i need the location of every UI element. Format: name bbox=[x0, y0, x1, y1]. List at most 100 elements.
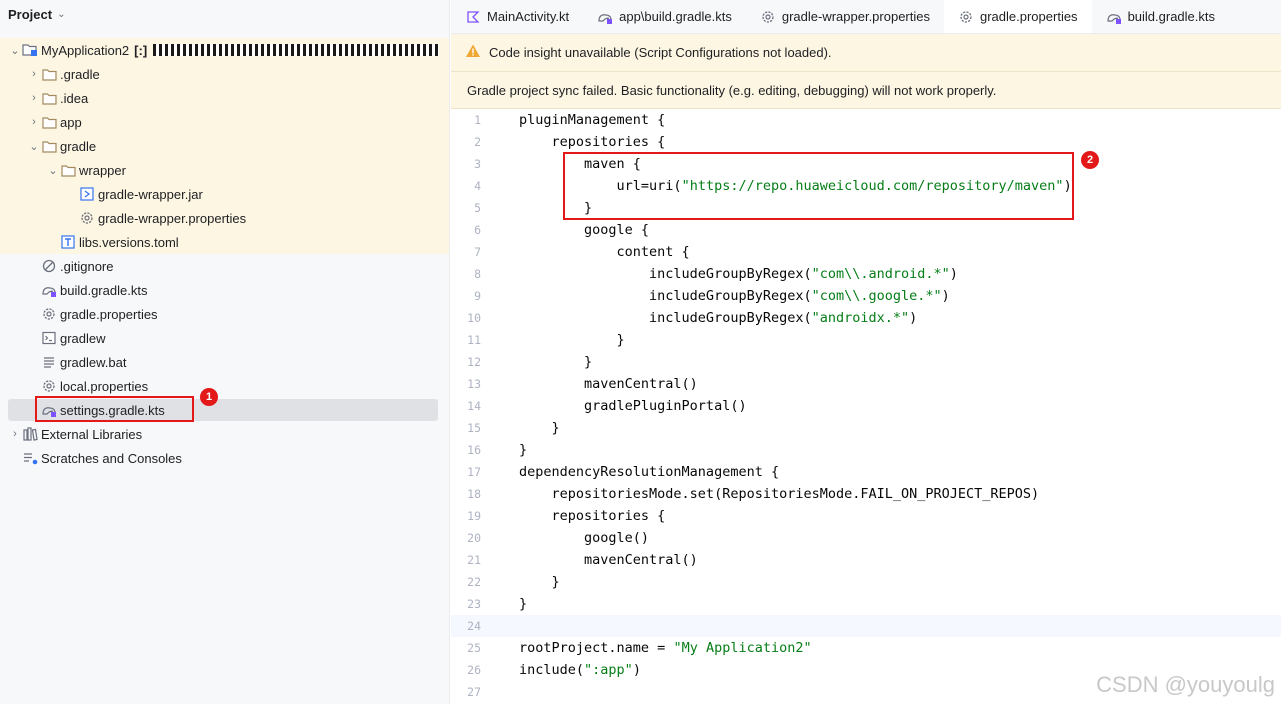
code-text: } bbox=[519, 332, 625, 348]
code-token: includeGroupByRegex( bbox=[519, 310, 812, 326]
tree-item-gradlew-bat[interactable]: gradlew.bat bbox=[0, 350, 449, 374]
toml-icon bbox=[60, 234, 76, 250]
tree-item-gradle-wrapper-jar[interactable]: gradle-wrapper.jar bbox=[0, 182, 449, 206]
tree-item-myapplication2[interactable]: ⌄ MyApplication2 [:] bbox=[0, 38, 449, 62]
string-literal: ":app" bbox=[584, 662, 633, 678]
tree-item-label: gradle.properties bbox=[60, 306, 158, 322]
code-text: mavenCentral() bbox=[519, 552, 698, 568]
tree-item-build-gradle-kts[interactable]: build.gradle.kts bbox=[0, 278, 449, 302]
code-line[interactable]: 19 repositories { bbox=[451, 505, 1281, 527]
chevron-down-icon[interactable]: ⌄ bbox=[57, 9, 65, 20]
tree-item-scratches-and-consoles[interactable]: Scratches and Consoles bbox=[0, 446, 449, 470]
editor-tab[interactable]: gradle.properties bbox=[944, 0, 1092, 33]
code-line[interactable]: 18 repositoriesMode.set(RepositoriesMode… bbox=[451, 483, 1281, 505]
warning-icon bbox=[465, 43, 481, 62]
tab-label: gradle-wrapper.properties bbox=[781, 9, 930, 24]
tab-label: build.gradle.kts bbox=[1127, 9, 1216, 24]
folder-icon bbox=[41, 90, 57, 106]
code-line[interactable]: 21 mavenCentral() bbox=[451, 549, 1281, 571]
code-text: } bbox=[519, 596, 527, 612]
tree-item-gradle-wrapper-properties[interactable]: gradle-wrapper.properties bbox=[0, 206, 449, 230]
line-number: 18 bbox=[467, 487, 481, 501]
project-view-header[interactable]: Project ⌄ bbox=[0, 0, 449, 28]
library-icon bbox=[22, 426, 38, 442]
code-line[interactable]: 20 google() bbox=[451, 527, 1281, 549]
tab-label: gradle.properties bbox=[980, 9, 1078, 24]
tree-item-app[interactable]: › app bbox=[0, 110, 449, 134]
tree-item-wrapper[interactable]: ⌄ wrapper bbox=[0, 158, 449, 182]
expand-chevron-icon[interactable]: ⌄ bbox=[8, 44, 22, 57]
code-line[interactable]: 6 google { bbox=[451, 219, 1281, 241]
code-line[interactable]: 15 } bbox=[451, 417, 1281, 439]
code-line[interactable]: 11 } bbox=[451, 329, 1281, 351]
tree-item-label: local.properties bbox=[60, 378, 149, 394]
code-line[interactable]: 9 includeGroupByRegex("com\\.google.*") bbox=[451, 285, 1281, 307]
tree-item-label: MyApplication2 bbox=[41, 42, 130, 58]
line-number: 19 bbox=[467, 509, 481, 523]
code-token: } bbox=[519, 442, 528, 458]
code-line[interactable]: 23} bbox=[451, 593, 1281, 615]
code-line[interactable]: 14 gradlePluginPortal() bbox=[451, 395, 1281, 417]
code-text: includeGroupByRegex("com\\.android.*") bbox=[519, 266, 958, 282]
tree-item-label: wrapper bbox=[79, 162, 126, 178]
tree-item-libs-versions-toml[interactable]: libs.versions.toml bbox=[0, 230, 449, 254]
line-number: 12 bbox=[467, 355, 481, 369]
tree-item-gradlew[interactable]: gradlew bbox=[0, 326, 449, 350]
project-panel: Project ⌄ ⌄ MyApplication2 [:] › .gradle › .id… bbox=[0, 0, 450, 704]
gear-icon bbox=[79, 210, 95, 226]
gradle-icon bbox=[597, 9, 613, 25]
code-token: includeGroupByRegex( bbox=[519, 266, 812, 282]
tree-item-label: build.gradle.kts bbox=[60, 282, 148, 298]
code-insight-warning-text: Code insight unavailable (Script Configu… bbox=[489, 45, 832, 60]
tree-item-gitignore[interactable]: .gitignore bbox=[0, 254, 449, 278]
code-line[interactable]: 25 rootProject.name = "My Application2" bbox=[451, 637, 1281, 659]
collapse-chevron-icon[interactable]: › bbox=[27, 116, 41, 128]
gradle-icon bbox=[41, 282, 57, 298]
project-view-title: Project bbox=[8, 6, 53, 22]
line-number: 26 bbox=[467, 663, 481, 677]
code-line[interactable]: 13 mavenCentral() bbox=[451, 373, 1281, 395]
code-text: } bbox=[519, 574, 560, 590]
expand-chevron-icon[interactable]: ⌄ bbox=[27, 140, 41, 153]
code-line[interactable]: 1 pluginManagement { bbox=[451, 109, 1281, 131]
code-text: } bbox=[519, 354, 592, 370]
collapse-chevron-icon[interactable]: › bbox=[27, 92, 41, 104]
code-line[interactable]: 17 dependencyResolutionManagement { bbox=[451, 461, 1281, 483]
line-number: 3 bbox=[474, 157, 481, 171]
collapse-chevron-icon[interactable]: › bbox=[27, 68, 41, 80]
expand-chevron-icon[interactable]: ⌄ bbox=[46, 164, 60, 177]
code-line[interactable]: 24 bbox=[451, 615, 1281, 637]
tree-item-gradle-properties[interactable]: gradle.properties bbox=[0, 302, 449, 326]
editor-tab[interactable]: gradle-wrapper.properties bbox=[746, 0, 944, 33]
editor-tab[interactable]: build.gradle.kts bbox=[1092, 0, 1229, 33]
line-number: 6 bbox=[474, 223, 481, 237]
code-text: pluginManagement { bbox=[519, 112, 665, 128]
tree-item-idea[interactable]: › .idea bbox=[0, 86, 449, 110]
tree-item-label: External Libraries bbox=[41, 426, 143, 442]
code-line[interactable]: 2 repositories { bbox=[451, 131, 1281, 153]
tree-item-external-libraries[interactable]: › External Libraries bbox=[0, 422, 449, 446]
code-text: mavenCentral() bbox=[519, 376, 698, 392]
line-number: 22 bbox=[467, 575, 481, 589]
tree-item-local-properties[interactable]: local.properties bbox=[0, 374, 449, 398]
editor-tab[interactable]: MainActivity.kt bbox=[451, 0, 583, 33]
editor-tab[interactable]: app\build.gradle.kts bbox=[583, 0, 746, 33]
line-number: 23 bbox=[467, 597, 481, 611]
code-line[interactable]: 8 includeGroupByRegex("com\\.android.*") bbox=[451, 263, 1281, 285]
code-line[interactable]: 10 includeGroupByRegex("androidx.*") bbox=[451, 307, 1281, 329]
collapse-chevron-icon[interactable]: › bbox=[8, 428, 22, 440]
code-insight-warning-banner: Code insight unavailable (Script Configu… bbox=[451, 34, 1281, 72]
code-line[interactable]: 7 content { bbox=[451, 241, 1281, 263]
line-number: 1 bbox=[474, 113, 481, 127]
code-token: repositories { bbox=[519, 508, 666, 524]
folder-icon bbox=[60, 162, 76, 178]
folder-icon bbox=[41, 138, 57, 154]
tree-item-gradle[interactable]: ⌄ gradle bbox=[0, 134, 449, 158]
code-line[interactable]: 22 } bbox=[451, 571, 1281, 593]
code-line[interactable]: 16} bbox=[451, 439, 1281, 461]
code-line[interactable]: 12 } bbox=[451, 351, 1281, 373]
code-token: include( bbox=[519, 662, 585, 678]
code-token: google() bbox=[519, 530, 650, 546]
annotation-box-maven-repo bbox=[563, 152, 1074, 220]
tree-item-gradle[interactable]: › .gradle bbox=[0, 62, 449, 86]
